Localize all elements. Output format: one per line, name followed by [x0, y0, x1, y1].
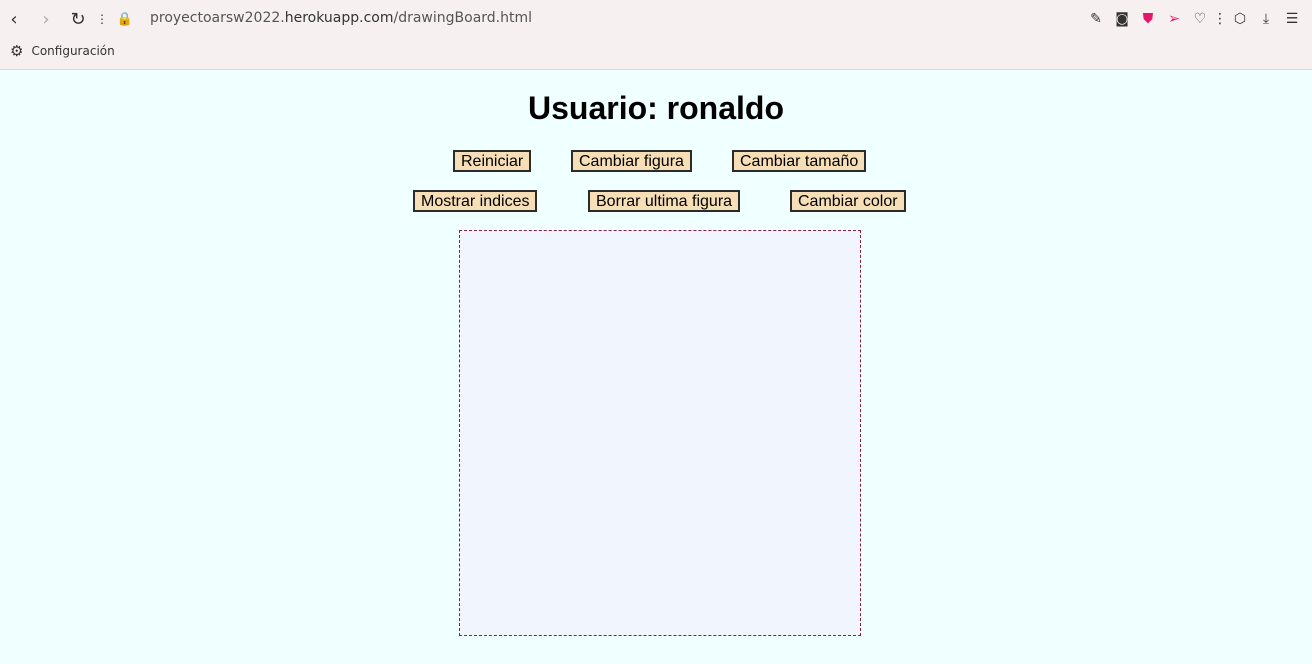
reload-icon[interactable]: ↻	[68, 9, 88, 30]
lock-icon[interactable]: 🔒	[115, 9, 135, 29]
url-host: herokuapp.com	[284, 10, 394, 26]
toolbar-icons: ✎ ◙ ⛊ ➢ ♡ ⋮ ⬡ ⤓ ☰	[1086, 9, 1302, 29]
camera-icon[interactable]: ◙	[1112, 9, 1132, 29]
more-vertical-icon[interactable]: ⋮	[92, 9, 112, 29]
mostrar-indices-button[interactable]: Mostrar indices	[413, 190, 538, 212]
cambiar-color-button[interactable]: Cambiar color	[790, 190, 906, 212]
address-bar[interactable]: proyectoarsw2022.herokuapp.com/drawingBo…	[150, 10, 532, 26]
gear-icon: ⚙	[10, 42, 24, 60]
cube-icon[interactable]: ⬡	[1230, 9, 1250, 29]
borrar-ultima-figura-button[interactable]: Borrar ultima figura	[588, 190, 741, 212]
shield-icon[interactable]: ⛊	[1138, 9, 1158, 29]
reiniciar-button[interactable]: Reiniciar	[453, 150, 532, 172]
drawing-canvas[interactable]	[459, 230, 861, 636]
menu-icon[interactable]: ☰	[1282, 9, 1302, 29]
heart-icon[interactable]: ♡	[1190, 9, 1210, 29]
bookmark-label: Configuración	[31, 44, 115, 58]
bookmark-item-configuracion[interactable]: ⚙ Configuración	[10, 42, 115, 60]
edit-icon[interactable]: ✎	[1086, 9, 1106, 29]
url-prefix: proyectoarsw2022.	[150, 10, 285, 26]
back-icon[interactable]: ‹	[4, 9, 24, 30]
page-title: Usuario: ronaldo	[527, 90, 784, 126]
cambiar-figura-button[interactable]: Cambiar figura	[571, 150, 692, 172]
url-path: /drawingBoard.html	[393, 10, 533, 26]
browser-chrome: ‹ › ↻ ⋮ 🔒 proyectoarsw2022.herokuapp.com…	[0, 0, 1312, 70]
forward-icon[interactable]: ›	[36, 9, 56, 30]
more-vertical-icon[interactable]: ⋮	[1213, 9, 1227, 29]
cambiar-tamano-button[interactable]: Cambiar tamaño	[732, 150, 867, 172]
send-icon[interactable]: ➢	[1164, 9, 1184, 29]
download-icon[interactable]: ⤓	[1256, 9, 1276, 29]
